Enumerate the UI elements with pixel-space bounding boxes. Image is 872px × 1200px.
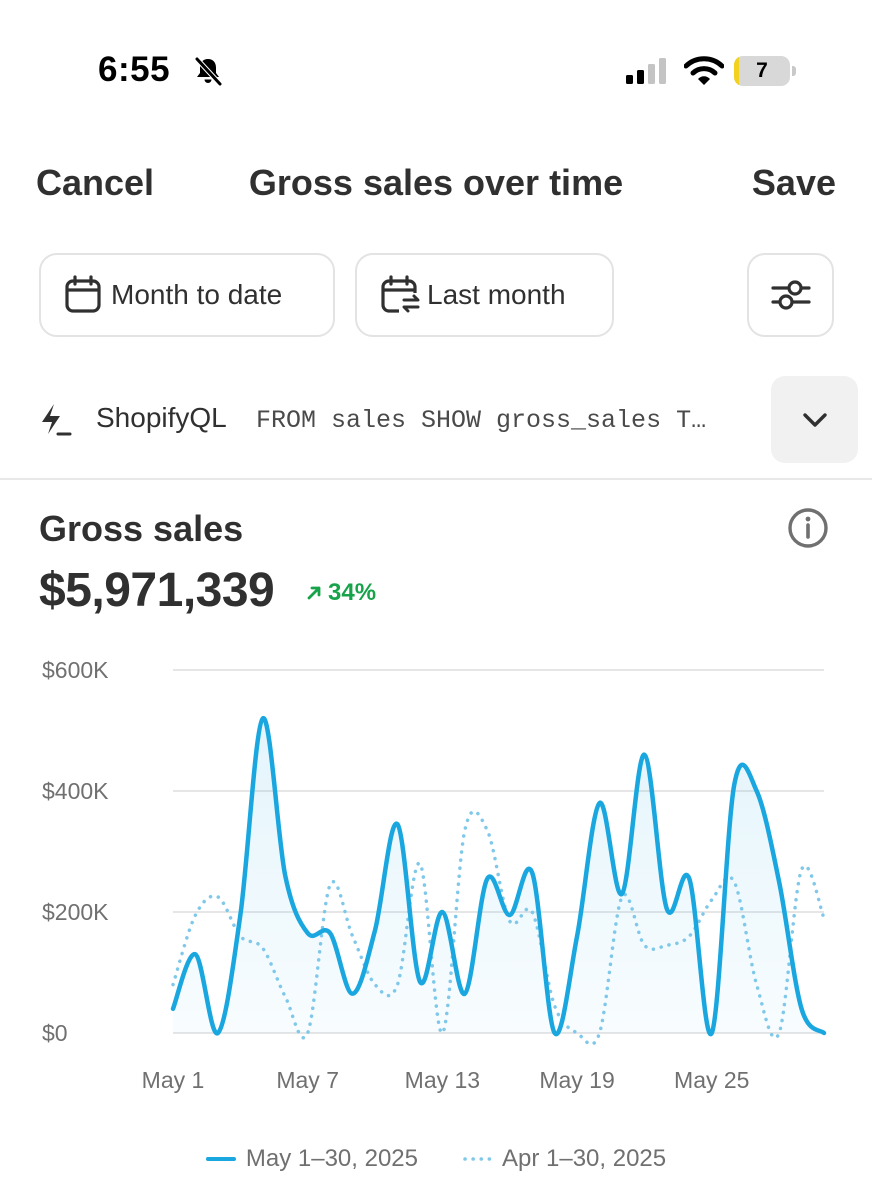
y-tick-label: $600K bbox=[42, 657, 109, 683]
wifi-icon bbox=[684, 56, 724, 85]
y-tick-label: $0 bbox=[42, 1020, 68, 1046]
x-tick-label: May 25 bbox=[674, 1067, 749, 1093]
comparison-period-label: Last month bbox=[427, 279, 566, 310]
bell-slash-icon bbox=[195, 57, 222, 86]
cellular-signal-icon bbox=[626, 58, 666, 84]
legend-item-previous[interactable]: Apr 1–30, 2025 bbox=[462, 1145, 666, 1173]
legend-swatch-solid bbox=[205, 1157, 236, 1161]
calendar-compare-icon bbox=[381, 275, 420, 313]
metric-change-badge: 34% bbox=[305, 579, 376, 607]
date-range-label: Month to date bbox=[111, 279, 283, 310]
x-tick-label: May 13 bbox=[405, 1067, 480, 1093]
chevron-down-icon bbox=[802, 412, 827, 427]
query-language-label: ShopifyQL bbox=[96, 402, 227, 433]
chart-settings-button[interactable] bbox=[747, 253, 834, 337]
calendar-icon bbox=[65, 275, 101, 313]
status-time: 6:55 bbox=[98, 50, 171, 89]
legend-label-previous: Apr 1–30, 2025 bbox=[501, 1145, 667, 1172]
x-tick-label: May 1 bbox=[142, 1067, 205, 1093]
query-text[interactable]: FROM sales SHOW gross_sales T… bbox=[256, 406, 706, 435]
gross-sales-chart: $0 $200K $400K $600K May 1 May 7 May 13 May 19 M… bbox=[42, 657, 827, 1093]
sliders-icon bbox=[770, 280, 811, 310]
metric-change-value: 34% bbox=[328, 579, 377, 606]
y-tick-label: $200K bbox=[42, 899, 109, 925]
save-button[interactable]: Save bbox=[752, 162, 836, 204]
expand-query-button[interactable] bbox=[771, 376, 858, 463]
metric-value: $5,971,339 bbox=[39, 564, 275, 617]
arrow-up-right-icon bbox=[307, 586, 321, 600]
section-divider bbox=[0, 478, 872, 480]
metric-title: Gross sales bbox=[39, 508, 244, 549]
x-tick-label: May 19 bbox=[539, 1067, 614, 1093]
cancel-button[interactable]: Cancel bbox=[36, 162, 154, 204]
legend-item-current[interactable]: May 1–30, 2025 bbox=[205, 1145, 418, 1173]
legend-swatch-dotted bbox=[463, 1157, 492, 1161]
legend-label-current: May 1–30, 2025 bbox=[245, 1145, 418, 1172]
battery-level: 7 bbox=[756, 59, 768, 82]
date-range-button[interactable]: Month to date bbox=[39, 253, 335, 337]
y-tick-label: $400K bbox=[42, 778, 109, 804]
comparison-period-button[interactable]: Last month bbox=[355, 253, 614, 337]
battery-indicator: 7 bbox=[734, 56, 796, 86]
lightning-icon bbox=[42, 404, 72, 436]
info-icon[interactable] bbox=[786, 506, 830, 550]
x-tick-label: May 7 bbox=[276, 1067, 339, 1093]
chart-legend: May 1–30, 2025 Apr 1–30, 2025 bbox=[0, 1145, 872, 1173]
